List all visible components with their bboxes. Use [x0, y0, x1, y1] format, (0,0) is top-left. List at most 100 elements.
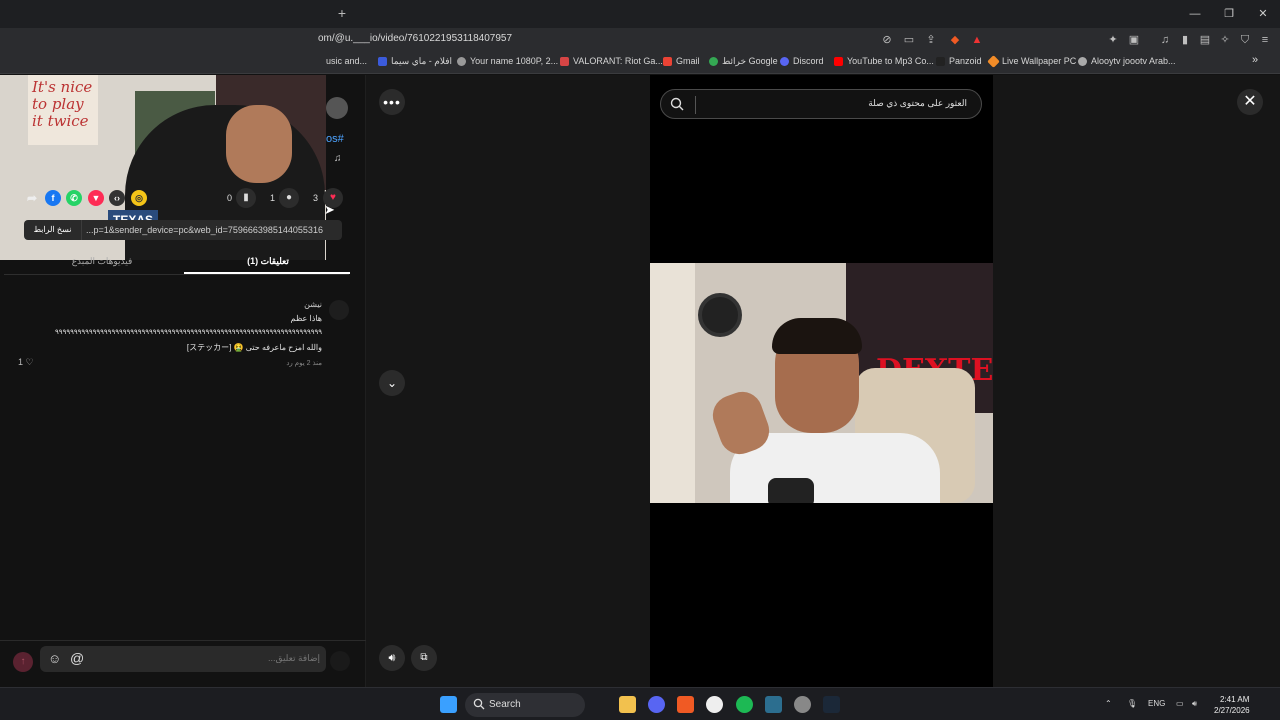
repost-icon[interactable]: ▼ [88, 190, 104, 206]
bookmark-item[interactable]: Alooytv joootv Arab... [1078, 56, 1176, 66]
bookmarks-bar: usic and... افلام - ماي سيما Your name 1… [0, 52, 1280, 74]
save-count: 0 [227, 193, 233, 203]
spotify-icon[interactable] [736, 696, 753, 713]
mention-icon[interactable]: @ [70, 650, 84, 666]
whatsapp-icon[interactable]: ✆ [66, 190, 82, 206]
leo-ai-icon[interactable]: ✧ [1218, 33, 1232, 47]
comment-input[interactable] [120, 653, 320, 663]
share-page-icon[interactable]: ⇪ [924, 33, 938, 47]
display-icon[interactable]: ▭ [902, 33, 916, 47]
search-icon[interactable] [670, 97, 684, 111]
steam-icon[interactable] [823, 696, 840, 713]
related-search-box[interactable]: العثور على محتوى ذي صلة [660, 89, 982, 119]
file-explorer-icon[interactable] [619, 696, 636, 713]
commenter-avatar[interactable] [329, 300, 349, 320]
discord-icon[interactable] [648, 696, 665, 713]
windows-start-icon[interactable] [440, 696, 457, 713]
bookmark-icon[interactable]: ▮ [236, 188, 256, 208]
bookmark-item[interactable]: Panzoid [936, 56, 982, 66]
url-field[interactable]: om/@u.___io/video/7610221953118407957 [318, 33, 512, 44]
clock-date[interactable]: 2/27/2026 [1214, 706, 1250, 715]
chevron-down-icon[interactable]: ⌄ [379, 370, 405, 396]
no-translate-icon[interactable]: ⊘ [880, 33, 894, 47]
tab-divider [4, 274, 349, 275]
extensions-icon[interactable]: ✦ [1106, 33, 1120, 47]
share-url-text[interactable]: ...p=1&sender_device=pc&web_id=759666398… [86, 225, 323, 235]
comment-meta[interactable]: منذ 2 يوم رد [286, 359, 322, 367]
embed-icon[interactable]: ‹› [109, 190, 125, 206]
restore-button[interactable]: ❐ [1212, 0, 1246, 28]
close-icon[interactable]: ✕ [1237, 89, 1263, 115]
brave-icon[interactable] [677, 696, 694, 713]
wallet-icon[interactable]: ▤ [1198, 33, 1212, 47]
app-icon[interactable] [765, 696, 782, 713]
clock-time[interactable]: 2:41 AM [1220, 695, 1249, 704]
bookmark-favicon-icon [457, 56, 466, 66]
hashtag-link[interactable]: os# [326, 133, 344, 145]
chevron-up-icon[interactable]: ⌃ [1105, 699, 1112, 708]
share-arrow-icon[interactable]: ➦ [24, 190, 40, 206]
brave-shield-icon[interactable]: ◆ [948, 33, 962, 47]
bookmarks-overflow-icon[interactable]: » [1252, 54, 1258, 66]
bookmark-item[interactable]: افلام - ماي سيما [378, 56, 452, 67]
bookmark-item[interactable]: VALORANT: Riot Ga... [560, 56, 663, 66]
minimize-button[interactable]: — [1178, 0, 1212, 28]
screenshot-icon[interactable]: ▣ [1127, 33, 1141, 47]
commenter-name[interactable]: نيشن [304, 300, 322, 309]
vpn-icon[interactable]: ⛉ [1238, 33, 1252, 47]
copy-link-button[interactable]: نسخ الرابط [24, 220, 82, 240]
gift-icon[interactable]: ◎ [131, 190, 147, 206]
poster: It's nice to play it twice [28, 75, 98, 145]
person-hair [772, 318, 862, 354]
video-player[interactable]: DEXTER [650, 75, 993, 687]
facebook-icon[interactable]: f [45, 190, 61, 206]
bookmark-item[interactable]: Your name 1080P, 2... [457, 56, 558, 66]
tab-comments[interactable]: تعليقات (1) [226, 256, 310, 267]
menu-icon[interactable]: ≡ [1258, 33, 1272, 47]
speaker-icon[interactable]: 🔊︎ [1192, 699, 1197, 709]
window-controls: — ❐ ✕ [1178, 0, 1280, 28]
comment-box: ☺ @ [40, 646, 326, 672]
close-window-button[interactable]: ✕ [1246, 0, 1280, 28]
volume-icon[interactable]: 🔊︎ [379, 645, 405, 671]
share-link-row: نسخ الرابط ...p=1&sender_device=pc&web_i… [24, 220, 342, 240]
app-icon[interactable] [794, 696, 811, 713]
obs-icon[interactable] [706, 696, 723, 713]
search-input[interactable]: العثور على محتوى ذي صلة [868, 98, 967, 109]
music-note-icon[interactable]: ♫ [334, 153, 342, 164]
bookmark-item[interactable]: خرائط Google [709, 56, 778, 67]
person-face [226, 105, 292, 183]
send-button[interactable]: ↑ [13, 652, 33, 672]
maps-icon [709, 57, 718, 66]
bookmark-item[interactable]: YouTube to Mp3 Co... [834, 56, 934, 66]
network-icon[interactable]: ▭ [1176, 699, 1184, 708]
brave-rewards-icon[interactable]: ▲ [970, 33, 984, 47]
microphone [768, 478, 814, 503]
more-options-icon[interactable]: ••• [379, 89, 405, 115]
emoji-icon[interactable]: ☺ [48, 651, 64, 667]
language-indicator[interactable]: ENG [1148, 699, 1165, 708]
video-frame: DEXTER [650, 263, 993, 503]
panel-tabs: فيديوهات المبدع تعليقات (1) [0, 250, 366, 275]
sidebar-icon[interactable]: ▮ [1178, 33, 1192, 47]
comment-bubble-icon[interactable]: ● [279, 188, 299, 208]
comment-count: 1 [270, 193, 276, 203]
comment-item: نيشن هاذا عظم ٩٩٩٩٩٩٩٩٩٩٩٩٩٩٩٩٩٩٩٩٩٩٩٩٩٩… [0, 297, 366, 377]
taskbar-search[interactable]: Search [465, 693, 585, 717]
discord-icon [780, 56, 789, 66]
author-avatar[interactable] [326, 97, 348, 119]
bookmark-item[interactable]: Gmail [663, 56, 700, 66]
microphone-icon[interactable]: 🎙︎ [1127, 699, 1137, 708]
comment-text: ٩٩٩٩٩٩٩٩٩٩٩٩٩٩٩٩٩٩٩٩٩٩٩٩٩٩٩٩٩٩٩٩٩٩٩٩٩٩٩٩… [55, 329, 322, 336]
author-header: os# ♫ [326, 83, 366, 183]
picture-in-picture-icon[interactable]: ⧉ [411, 645, 437, 671]
tab-creator-videos[interactable]: فيديوهات المبدع [60, 256, 144, 267]
media-icon[interactable]: ♫ [1158, 33, 1172, 47]
bookmark-item[interactable]: usic and... [326, 56, 367, 66]
bookmark-favicon-icon [560, 56, 569, 66]
comment-like-button[interactable]: 1 ♡ [18, 357, 34, 368]
bookmark-item[interactable]: Discord [780, 56, 824, 66]
new-tab-button[interactable]: + [334, 5, 350, 21]
bookmark-item[interactable]: Live Wallpaper PC [987, 54, 1076, 68]
like-count: 3 [313, 193, 319, 203]
